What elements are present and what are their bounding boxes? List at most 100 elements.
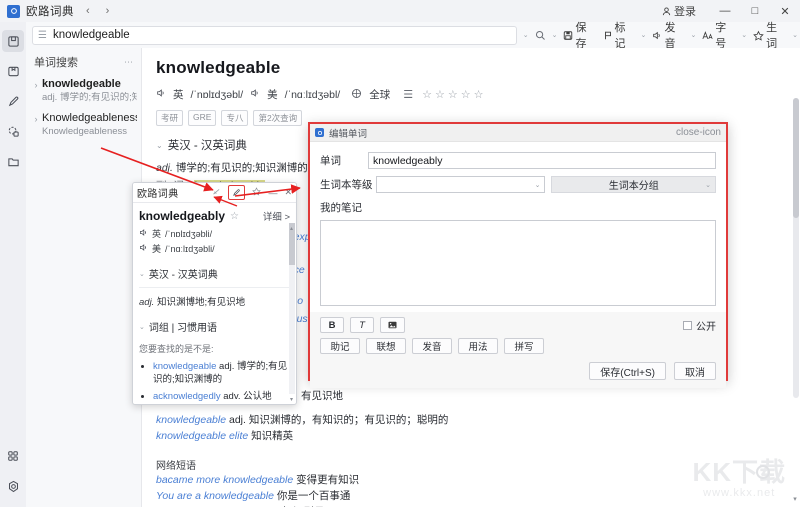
word-input[interactable]: knowledgeably: [368, 152, 716, 169]
scroll-down-button[interactable]: ▾: [791, 495, 799, 503]
wordlist-icon[interactable]: ☰: [403, 88, 413, 101]
pencil-icon: [8, 96, 18, 106]
content-scrollbar[interactable]: [793, 98, 799, 398]
globe-icon[interactable]: [351, 88, 362, 102]
rating-star-4[interactable]: ☆: [461, 88, 471, 101]
rail-item-folder[interactable]: [2, 150, 24, 172]
popup-us-speaker-icon[interactable]: [139, 243, 148, 254]
pin-icon[interactable]: [212, 187, 221, 198]
nav-forward-button[interactable]: ›: [106, 5, 110, 17]
rating-stars[interactable]: ☆ ☆ ☆ ☆ ☆: [422, 88, 483, 101]
scrollbar-thumb[interactable]: [793, 98, 799, 218]
popup-suggestion-item[interactable]: acknowledgedly adv. 公认地: [153, 390, 290, 403]
popup-scroll-up-button[interactable]: ▴: [288, 225, 295, 233]
search-input[interactable]: ☰ knowledgeable: [32, 25, 517, 45]
popup-suggestion-word[interactable]: knowledgeable: [153, 361, 216, 372]
edit-pencil-button[interactable]: [228, 185, 246, 200]
bg-fragment-cn2: 有见识地: [301, 390, 343, 402]
star-icon[interactable]: [252, 187, 262, 198]
tab-association[interactable]: 联想: [366, 338, 406, 354]
level-select[interactable]: ⌄: [376, 176, 546, 193]
pronounce-caret[interactable]: ⌄: [688, 31, 698, 39]
minimize-icon[interactable]: —: [268, 188, 277, 198]
chevron-down-icon[interactable]: ⌄: [139, 323, 145, 331]
rail-item-apps[interactable]: [2, 445, 24, 467]
public-checkbox[interactable]: 公开: [683, 318, 716, 333]
newword-caret[interactable]: ⌄: [790, 31, 800, 39]
popup-phrase-header[interactable]: ⌄ 词组 | 习惯用语: [139, 319, 290, 334]
popup-word-row: knowledgeably ☆ 详细 >: [139, 209, 290, 223]
rail-item-settings[interactable]: [2, 475, 24, 497]
tab-pronunciation[interactable]: 发音: [412, 338, 452, 354]
tab-mnemonic[interactable]: 助记: [320, 338, 360, 354]
chevron-down-icon[interactable]: ⌄: [156, 141, 163, 150]
watermark-sub: www.kkx.net: [703, 487, 776, 499]
popup-uk-speaker-icon[interactable]: [139, 228, 148, 239]
chevron-right-icon[interactable]: ›: [30, 78, 42, 104]
more-icon[interactable]: ⋯: [124, 57, 133, 68]
popup-uk-label: 英: [152, 229, 162, 239]
rail-item-dictionary[interactable]: [2, 30, 24, 52]
format-toolbar: B T 公开: [320, 317, 716, 333]
list-item[interactable]: › knowledgeable adj. 博学的;有见识的;知识渊博的: [26, 74, 141, 108]
popup-definition-text: 知识渊博地;有见识地: [156, 297, 246, 308]
popup-detail-link[interactable]: 详细 >: [263, 209, 290, 223]
rail-item-notebook[interactable]: [2, 60, 24, 82]
public-label: 公开: [696, 321, 716, 333]
notes-label: 我的笔记: [320, 202, 362, 214]
nav-back-button[interactable]: ‹: [86, 5, 90, 17]
cancel-button[interactable]: 取消: [674, 362, 716, 380]
rating-star-1[interactable]: ☆: [422, 88, 432, 101]
bold-button[interactable]: B: [320, 317, 344, 333]
tag-badge: 考研: [156, 110, 184, 126]
uk-speaker-icon[interactable]: [156, 88, 166, 101]
save-button[interactable]: 保存(Ctrl+S): [589, 362, 666, 380]
mark-caret[interactable]: ⌄: [639, 31, 649, 39]
popup-star-icon[interactable]: ☆: [230, 211, 239, 222]
uk-label: 英: [173, 89, 184, 101]
tab-spelling[interactable]: 拼写: [504, 338, 544, 354]
chevron-down-icon[interactable]: ⌄: [535, 181, 541, 189]
checkbox-box[interactable]: [683, 320, 692, 330]
popup-section-header[interactable]: ⌄ 英汉 - 汉英词典: [139, 266, 290, 281]
toolbar-fontsize-label: 字号: [715, 22, 727, 50]
chevron-down-icon[interactable]: ⌄: [705, 181, 711, 189]
result-panel-header: 单词搜索 ⋯: [26, 48, 141, 74]
text-style-button[interactable]: T: [350, 317, 374, 333]
flag-icon: [604, 31, 611, 39]
net-phrase-title: 网络短语: [156, 460, 196, 472]
group-select[interactable]: 生词本分组 ⌄: [551, 176, 716, 193]
net-phrase-en: You are a knowledgeable: [156, 489, 274, 502]
rail-item-pencil[interactable]: [2, 90, 24, 112]
fontsize-caret[interactable]: ⌄: [739, 31, 749, 39]
popup-scrollbar[interactable]: [289, 223, 295, 394]
left-rail: [0, 22, 26, 507]
popup-suggestion-item[interactable]: knowledgeable adj. 博学的;有见识的;知识渊博的: [153, 360, 290, 387]
close-icon[interactable]: ✕: [284, 187, 292, 198]
chevron-down-icon[interactable]: ⌄: [139, 270, 145, 278]
list-item-definition: Knowledgeableness: [42, 125, 128, 137]
chevron-right-icon[interactable]: ›: [30, 112, 42, 138]
us-speaker-icon[interactable]: [250, 88, 260, 101]
list-item-definition: adj. 博学的;有见识的;知识渊博的: [42, 91, 137, 103]
search-history-caret[interactable]: ⌄: [521, 31, 531, 39]
rating-star-2[interactable]: ☆: [435, 88, 445, 101]
tab-usage[interactable]: 用法: [458, 338, 498, 354]
dialog-close-button[interactable]: close-icon: [676, 127, 721, 138]
popup-card-body: knowledgeably ☆ 详细 > 英 /ˈnɒlɪdʒəbli/ 美 /…: [133, 203, 296, 404]
popup-us-phonetic: 美 /ˈnɑːlɪdʒəbli/: [139, 242, 290, 255]
rail-item-review[interactable]: [2, 120, 24, 142]
popup-suggestion-word[interactable]: acknowledgedly: [153, 391, 221, 402]
net-phrase-en: bacame more knowledgeable: [156, 473, 294, 486]
notes-textarea[interactable]: [320, 220, 716, 306]
search-caret[interactable]: ⌄: [550, 31, 560, 39]
insert-image-button[interactable]: [380, 317, 405, 333]
popup-us-label: 美: [152, 244, 162, 254]
rating-star-5[interactable]: ☆: [474, 88, 484, 101]
rating-star-3[interactable]: ☆: [448, 88, 458, 101]
list-icon[interactable]: ☰: [38, 30, 47, 41]
toolbar-search-button[interactable]: [532, 28, 549, 43]
popup-scroll-down-button[interactable]: ▾: [288, 396, 295, 404]
part-of-speech: adj.: [156, 162, 173, 174]
list-item[interactable]: › Knowledgeableness Knowledgeableness: [26, 108, 141, 142]
